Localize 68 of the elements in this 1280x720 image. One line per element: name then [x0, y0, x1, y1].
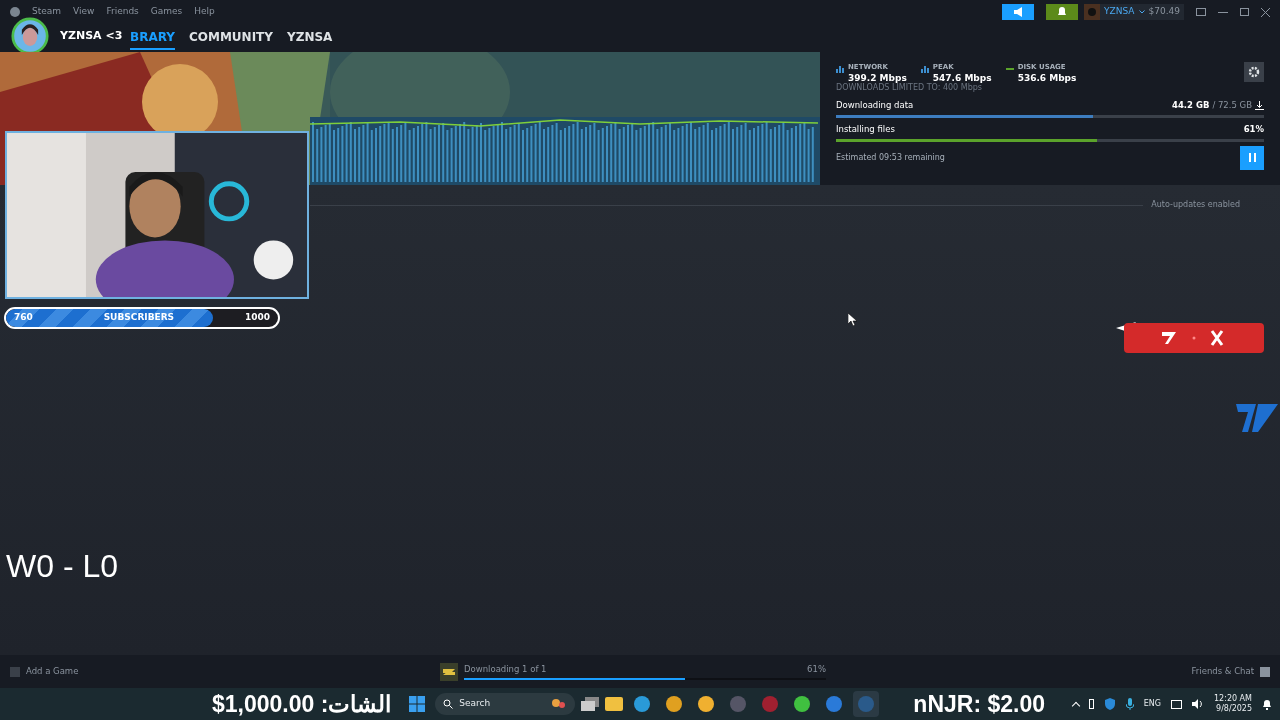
- auto-updates-label: Auto-updates enabled: [1151, 199, 1240, 211]
- bar-graph-icon: [836, 65, 844, 73]
- clock-time[interactable]: 12:20 AM: [1214, 694, 1252, 704]
- download-percent: 61%: [807, 663, 826, 676]
- account-name[interactable]: YZNSA: [1104, 5, 1135, 19]
- clock-date[interactable]: 9/8/2025: [1216, 704, 1252, 714]
- goal-target: 1000: [244, 311, 270, 325]
- start-icon[interactable]: [409, 696, 426, 712]
- download-limit: DOWNLOADS LIMITED TO: 400 Mbps: [836, 82, 982, 94]
- search-icon: [443, 699, 454, 709]
- bar-graph-icon: [920, 65, 929, 73]
- menu-item[interactable]: View: [73, 5, 95, 19]
- megaphone-icon[interactable]: [1002, 4, 1035, 20]
- shield-icon[interactable]: [1103, 698, 1116, 710]
- app-icon[interactable]: [793, 695, 812, 713]
- add-game-link[interactable]: Add a Game: [26, 665, 79, 678]
- menu-item[interactable]: Steam: [32, 5, 62, 19]
- caret-icon[interactable]: [1138, 10, 1145, 14]
- menu-item[interactable]: Friends: [106, 5, 139, 19]
- tip-overlay: nNJR: $2.00: [913, 689, 1046, 719]
- chat-icon[interactable]: [1260, 666, 1270, 677]
- pause-button[interactable]: [1240, 145, 1264, 170]
- download-icon: [1255, 100, 1264, 110]
- time-remaining: Estimated 09:53 remaining: [836, 151, 945, 164]
- menu-item[interactable]: Games: [150, 5, 183, 19]
- menu-item[interactable]: Help: [194, 5, 215, 19]
- cursor-icon: [848, 313, 857, 326]
- volume-icon[interactable]: [1192, 699, 1204, 709]
- bell-icon[interactable]: [1046, 4, 1079, 20]
- language-indicator[interactable]: ENG: [1143, 698, 1161, 710]
- score-text: W0 - L0: [6, 547, 119, 586]
- minimize-icon[interactable]: [1218, 11, 1228, 13]
- goal-label: SUBSCRIBERS: [103, 311, 175, 325]
- app-icon[interactable]: [825, 695, 844, 713]
- progress-label: Installing files: [836, 122, 895, 136]
- app-icon[interactable]: [665, 695, 684, 713]
- usb-icon[interactable]: [1088, 699, 1094, 709]
- wallet-balance: $70.49: [1148, 5, 1180, 19]
- nav-tab[interactable]: BRARY: [130, 28, 175, 50]
- goal-current: 760: [14, 311, 33, 325]
- folder-icon[interactable]: [605, 697, 624, 711]
- big-picture-icon[interactable]: [1196, 8, 1206, 16]
- avatar-icon: [11, 17, 49, 55]
- notification-bell-icon[interactable]: [1262, 698, 1272, 710]
- donation-overlay: الشات: 1,000.00$: [210, 689, 392, 719]
- app-icon[interactable]: [697, 695, 716, 713]
- stat-value: 399.2 Mbps: [848, 73, 907, 84]
- network-icon[interactable]: [1171, 699, 1182, 709]
- search-field[interactable]: Search: [435, 693, 576, 715]
- progress-label: Downloading data: [836, 99, 914, 112]
- settings-icon[interactable]: [1244, 62, 1264, 82]
- app-icon[interactable]: [633, 695, 652, 713]
- line-legend-icon: [1005, 68, 1014, 70]
- progress-reading: 44.2 GB: [1172, 99, 1210, 112]
- stat-value: 547.6 Mbps: [932, 73, 992, 84]
- progress-total: / 72.5 GB: [1212, 99, 1252, 112]
- game-thumbnail-icon: [440, 662, 458, 681]
- nav-tab[interactable]: COMMUNITY: [188, 28, 273, 50]
- stat-value: 536.6 Mbps: [1017, 73, 1077, 84]
- progress-reading: 61%: [1243, 122, 1264, 136]
- microphone-icon[interactable]: [1125, 698, 1134, 710]
- steam-logo-icon: [10, 7, 20, 17]
- nav-tab[interactable]: YZNSA: [287, 28, 333, 50]
- download-status[interactable]: Downloading 1 of 1: [464, 663, 547, 676]
- close-icon[interactable]: [1261, 7, 1270, 17]
- restore-icon[interactable]: [1240, 8, 1249, 16]
- task-view-icon[interactable]: [581, 697, 600, 711]
- friends-chat-button[interactable]: Friends & Chat: [1191, 665, 1254, 678]
